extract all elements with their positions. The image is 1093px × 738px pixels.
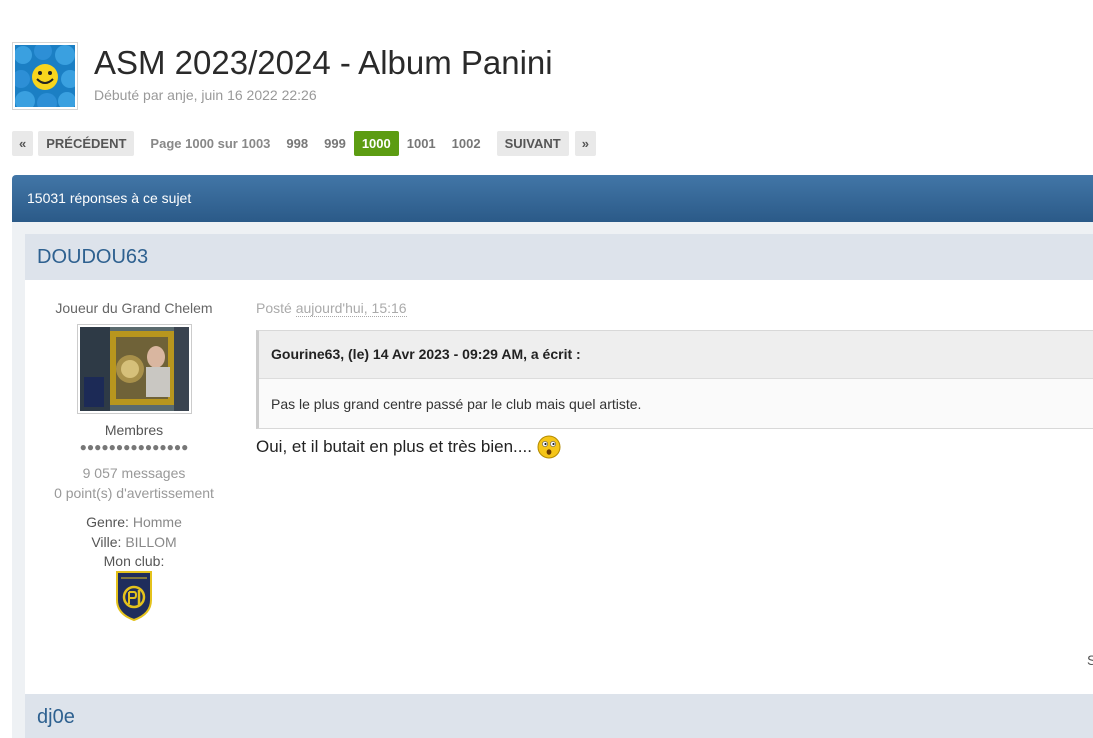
member-avatar[interactable] (77, 324, 192, 414)
smiley-crowd-avatar-icon (15, 45, 75, 107)
gender-field: Genre: Homme (25, 514, 243, 530)
club-label: Mon club: (103, 553, 165, 569)
next-page-button[interactable]: SUIVANT (496, 131, 569, 156)
member-group: Membres (104, 422, 164, 438)
post-message-text: Oui, et il butait en plus et très bien..… (256, 437, 532, 456)
replies-count-bar: 15031 réponses à ce sujet (12, 175, 1093, 222)
page-link-1002[interactable]: 1002 (444, 131, 489, 156)
signature-edge-text: S (1087, 652, 1093, 668)
member-photo-icon (80, 327, 189, 411)
topic-starter-avatar[interactable] (12, 42, 78, 110)
page-link-current[interactable]: 1000 (353, 131, 399, 156)
club-field: Mon club: (25, 553, 243, 569)
page-link-998[interactable]: 998 (278, 131, 316, 156)
post-author-link[interactable]: DOUDOU63 (37, 234, 148, 280)
pagination: « PRÉCÉDENT Page 1000 sur 1003 998 999 1… (12, 131, 596, 156)
asm-clermont-logo-icon (116, 571, 152, 622)
city-value: BILLOM (125, 534, 177, 550)
city-field: Ville: BILLOM (25, 534, 243, 550)
quote-text: Pas le plus grand centre passé par le cl… (271, 396, 642, 412)
post-date: Posté aujourd'hui, 15:16 (256, 300, 407, 317)
message-count: 9 057 messages (82, 465, 186, 481)
first-page-button[interactable]: « (12, 131, 34, 156)
next-post-author-link[interactable]: dj0e (37, 694, 75, 738)
gender-value: Homme (132, 514, 182, 530)
post-timestamp-link[interactable]: aujourd'hui, 15:16 (295, 300, 407, 317)
quote-citation: Gourine63, (le) 14 Avr 2023 - 09:29 AM, … (259, 331, 1093, 379)
post-body: Joueur du Grand Chelem Membres ●●●●●●●●●… (25, 280, 1093, 694)
quote-block: Gourine63, (le) 14 Avr 2023 - 09:29 AM, … (256, 330, 1093, 429)
post-header: DOUDOU63 (25, 234, 1093, 280)
member-rank: Joueur du Grand Chelem (55, 300, 213, 316)
warning-points: 0 point(s) d'avertissement (54, 485, 214, 501)
wondering-smiley-icon (537, 435, 561, 459)
post-message: Oui, et il butait en plus et très bien..… (256, 435, 561, 459)
city-label: Ville: (91, 534, 122, 550)
page-info: Page 1000 sur 1003 (150, 136, 271, 151)
gender-label: Genre: (86, 514, 129, 530)
rank-pips: ●●●●●●●●●●●●●●● (79, 440, 189, 454)
page-link-1001[interactable]: 1001 (399, 131, 444, 156)
page-link-999[interactable]: 999 (316, 131, 354, 156)
topic-meta: Débuté par anje, juin 16 2022 22:26 (94, 87, 317, 103)
topic-title: ASM 2023/2024 - Album Panini (94, 44, 553, 81)
previous-page-button[interactable]: PRÉCÉDENT (38, 131, 135, 156)
next-post-header: dj0e (25, 694, 1093, 738)
posted-label: Posté (256, 300, 292, 316)
last-page-button[interactable]: » (574, 131, 596, 156)
